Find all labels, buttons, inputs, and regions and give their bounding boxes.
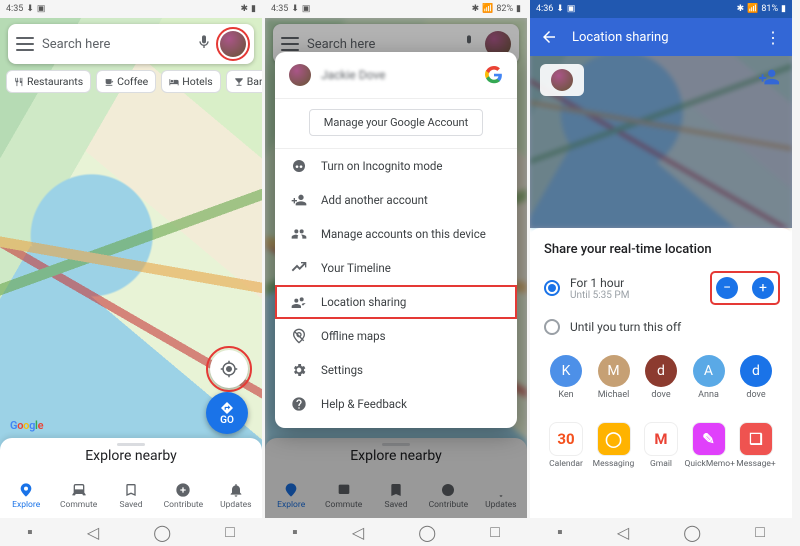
- search-input[interactable]: Search here: [42, 37, 188, 52]
- account-avatar[interactable]: [289, 64, 311, 86]
- app-bar: Location sharing ⋮: [530, 18, 792, 56]
- google-logo-icon: [485, 66, 503, 84]
- tab-explore[interactable]: Explore: [0, 474, 52, 518]
- category-chips: Restaurants Coffee Hotels Bars: [6, 70, 262, 93]
- chip-coffee[interactable]: Coffee: [96, 70, 156, 93]
- person-dove[interactable]: ddove: [734, 355, 778, 400]
- android-statusbar: 4:36⬇▣ ✱📶81%▮: [530, 0, 792, 18]
- radio-icon[interactable]: [544, 280, 560, 296]
- manage-account-button[interactable]: Manage your Google Account: [309, 109, 483, 136]
- android-nav-bar: ▪◁◯□: [530, 518, 792, 546]
- app-quickmemo-[interactable]: ✎QuickMemo+: [687, 422, 731, 469]
- hamburger-icon[interactable]: [16, 37, 34, 51]
- person-dove[interactable]: ddove: [639, 355, 683, 400]
- menu-incognito[interactable]: Turn on Incognito mode: [275, 149, 517, 183]
- panel-account-menu: 4:35⬇▣ ✱📶82%▮ Search here Jackie Dove Ma…: [265, 0, 527, 546]
- menu-add-account[interactable]: Add another account: [275, 183, 517, 217]
- add-person-icon[interactable]: [758, 66, 780, 92]
- apps-row: 30Calendar◯MessagingMGmail✎QuickMemo+❑Me…: [544, 422, 778, 469]
- menu-settings[interactable]: Settings: [275, 353, 517, 387]
- nav-overview-icon[interactable]: ▪: [27, 522, 33, 542]
- person-ken[interactable]: KKen: [544, 355, 588, 400]
- my-location-button[interactable]: [210, 350, 248, 388]
- person-michael[interactable]: MMichael: [592, 355, 636, 400]
- chip-bars[interactable]: Bars: [226, 70, 262, 93]
- menu-timeline[interactable]: Your Timeline: [275, 251, 517, 285]
- account-avatar[interactable]: [220, 31, 246, 57]
- menu-manage-accounts[interactable]: Manage accounts on this device: [275, 217, 517, 251]
- radio-icon[interactable]: [544, 319, 560, 335]
- panel-maps-home: 4:35⬇▣ ✱▮ Search here Restaurants Coffee…: [0, 0, 262, 546]
- app-message-[interactable]: ❑Message+: [734, 422, 778, 469]
- back-icon[interactable]: [540, 28, 558, 46]
- bottom-tabbar: Explore Commute Saved Contribute Updates: [265, 474, 527, 518]
- decrease-button[interactable]: −: [716, 277, 738, 299]
- self-avatar-chip[interactable]: [540, 64, 584, 96]
- app-calendar[interactable]: 30Calendar: [544, 422, 588, 469]
- menu-help[interactable]: Help & Feedback: [275, 387, 517, 421]
- android-nav-bar: ▪◁◯□: [265, 518, 527, 546]
- option-for-1-hour[interactable]: For 1 hour Until 5:35 PM − +: [544, 269, 778, 307]
- account-name: Jackie Dove: [321, 68, 386, 82]
- voice-search-icon[interactable]: [196, 34, 212, 54]
- menu-offline-maps[interactable]: Offline maps: [275, 319, 517, 353]
- share-heading: Share your real-time location: [544, 242, 778, 257]
- explore-nearby-panel[interactable]: Explore nearby: [0, 438, 262, 474]
- chip-hotels[interactable]: Hotels: [161, 70, 220, 93]
- search-bar[interactable]: Search here: [8, 24, 254, 64]
- android-statusbar: 4:35⬇▣ ✱📶82%▮: [265, 0, 527, 18]
- android-nav-bar: ▪ ◁ ◯ □: [0, 518, 262, 546]
- nav-back-icon[interactable]: ◁: [87, 523, 99, 542]
- tab-saved[interactable]: Saved: [105, 474, 157, 518]
- increase-button[interactable]: +: [752, 277, 774, 299]
- people-row: KKenMMichaelddoveAAnnaddove: [544, 355, 778, 400]
- nav-recents-icon[interactable]: □: [225, 522, 235, 542]
- app-gmail[interactable]: MGmail: [639, 422, 683, 469]
- chip-restaurants[interactable]: Restaurants: [6, 70, 91, 93]
- directions-go-button[interactable]: GO: [206, 392, 248, 434]
- option-until-off[interactable]: Until you turn this off: [544, 315, 778, 339]
- bottom-tabbar: Explore Commute Saved Contribute Updates: [0, 474, 262, 518]
- panel-location-sharing: 4:36⬇▣ ✱📶81%▮ Location sharing ⋮ Share y…: [530, 0, 792, 546]
- explore-nearby-panel: Explore nearby: [265, 438, 527, 474]
- android-statusbar: 4:35⬇▣ ✱▮: [0, 0, 262, 18]
- tab-commute[interactable]: Commute: [52, 474, 104, 518]
- google-logo: Google: [10, 419, 43, 432]
- menu-location-sharing[interactable]: Location sharing: [275, 285, 517, 319]
- app-messaging[interactable]: ◯Messaging: [592, 422, 636, 469]
- tab-contribute[interactable]: Contribute: [157, 474, 209, 518]
- menu-your-data[interactable]: Your data in Maps: [275, 421, 517, 428]
- appbar-title: Location sharing: [572, 30, 669, 45]
- duration-stepper: − +: [712, 273, 778, 303]
- tab-updates[interactable]: Updates: [210, 474, 262, 518]
- person-anna[interactable]: AAnna: [687, 355, 731, 400]
- overflow-icon[interactable]: ⋮: [765, 28, 782, 47]
- account-sheet: Jackie Dove Manage your Google Account T…: [275, 52, 517, 428]
- share-sheet: Share your real-time location For 1 hour…: [530, 228, 792, 518]
- nav-home-icon[interactable]: ◯: [153, 523, 171, 542]
